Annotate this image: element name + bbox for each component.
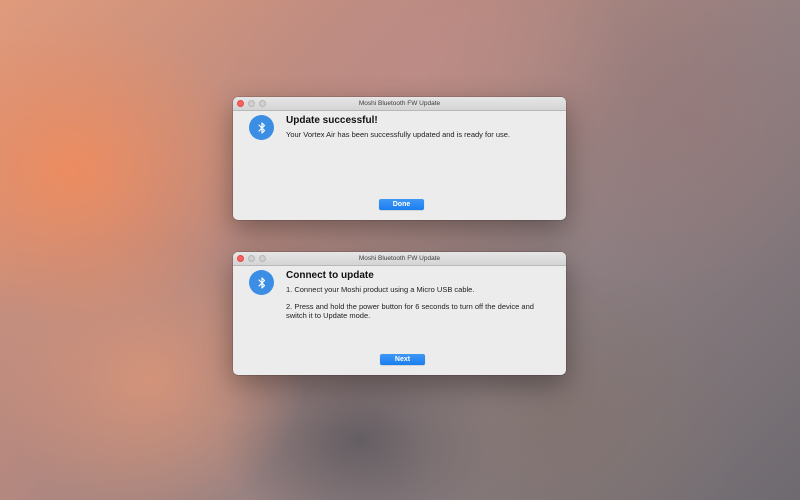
titlebar: Moshi Bluetooth FW Update (233, 252, 566, 266)
dialog-message: Your Vortex Air has been successfully up… (286, 130, 511, 139)
bluetooth-icon (249, 115, 274, 140)
window-title: Moshi Bluetooth FW Update (358, 255, 441, 262)
connect-to-update-window: Moshi Bluetooth FW Update Connect to upd… (233, 252, 566, 375)
bluetooth-icon (249, 270, 274, 295)
instruction-step-2: 2. Press and hold the power button for 6… (286, 302, 534, 320)
instructions-content: Connect to update 1. Connect your Moshi … (286, 270, 554, 320)
titlebar: Moshi Bluetooth FW Update (233, 97, 566, 111)
dialog-heading: Connect to update (286, 270, 374, 281)
next-button[interactable]: Next (380, 354, 425, 365)
done-button[interactable]: Done (379, 199, 424, 210)
dialog-heading: Update successful! (286, 115, 378, 126)
message-content: Update successful! Your Vortex Air has b… (286, 115, 554, 139)
update-successful-window: Moshi Bluetooth FW Update Update success… (233, 97, 566, 220)
window-title: Moshi Bluetooth FW Update (358, 100, 441, 107)
instruction-step-1: 1. Connect your Moshi product using a Mi… (286, 285, 475, 294)
